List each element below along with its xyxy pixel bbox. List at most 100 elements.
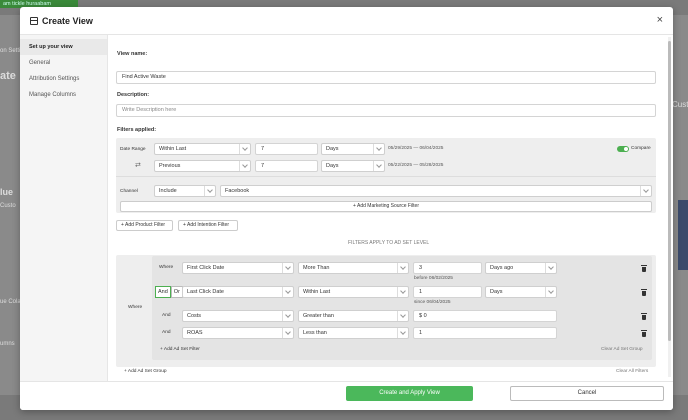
divider [116, 176, 656, 177]
chevron-down-icon [282, 328, 293, 338]
add-ad-set-group-button[interactable]: + Add Ad Set Group [124, 369, 167, 374]
chevron-down-icon [545, 263, 556, 273]
chevron-down-icon [282, 263, 293, 273]
chevron-down-icon [239, 144, 250, 154]
date-range-value-input[interactable]: 7 [255, 143, 318, 155]
date-range-text: 05/29/2025 — 06/04/2025 [388, 146, 444, 151]
trash-icon[interactable] [641, 330, 647, 337]
filter-field-select[interactable]: Last Click Date [182, 286, 294, 298]
date-range-mode-select[interactable]: Within Last [154, 143, 251, 155]
chevron-down-icon [373, 144, 384, 154]
row-prefix: And [162, 330, 171, 335]
filter-hint: before 06/02/2025 [414, 276, 453, 281]
filters-panel: Date Range Within Last 7 Days 05/29/2025… [116, 138, 656, 213]
sidebar-item-manage-columns[interactable]: Manage Columns [20, 87, 107, 103]
chevron-down-icon [204, 186, 215, 196]
create-and-apply-button[interactable]: Create and Apply View [346, 386, 473, 401]
background-text: ue Cola [0, 299, 21, 305]
select-value: Previous [159, 163, 181, 169]
modal-sidebar: Set up your view General Attribution Set… [20, 35, 108, 381]
view-name-input[interactable]: Find Active Waste [116, 71, 656, 84]
clear-all-filters-button[interactable]: Clear All Filters [616, 369, 648, 374]
filter-value-input[interactable]: $ 0 [413, 310, 557, 322]
background-card [678, 200, 688, 270]
chevron-down-icon [373, 161, 384, 171]
compare-unit-select[interactable]: Days [321, 160, 385, 172]
sidebar-item-attribution-settings[interactable]: Attribution Settings [20, 71, 107, 87]
modal-title: Create View [42, 15, 93, 26]
select-value: First Click Date [187, 265, 225, 271]
scrollbar-thumb[interactable] [668, 41, 671, 341]
select-value: Last Click Date [187, 289, 224, 295]
add-product-filter-button[interactable]: + Add Product Filter [116, 220, 173, 231]
chevron-down-icon [397, 263, 408, 273]
chevron-down-icon [282, 311, 293, 321]
filter-hint: since 06/04/2025 [414, 300, 451, 305]
and-option[interactable]: And [155, 286, 171, 298]
swap-arrows-icon: ⇄ [135, 162, 141, 169]
filter-field-select[interactable]: First Click Date [182, 262, 294, 274]
filter-value-input[interactable]: 3 [413, 262, 482, 274]
description-input[interactable]: Write Description here [116, 104, 656, 117]
compare-mode-select[interactable]: Previous [154, 160, 251, 172]
chevron-down-icon [397, 328, 408, 338]
row-prefix: And [162, 313, 171, 318]
channel-value-select[interactable]: Facebook [220, 185, 652, 197]
background-text: Custo [0, 203, 16, 209]
select-value: Greater than [303, 313, 334, 319]
compare-toggle[interactable] [617, 146, 629, 152]
background-text: umns [0, 341, 15, 347]
select-value: Days [326, 146, 339, 152]
background-text: Custo [672, 100, 688, 109]
filter-field-select[interactable]: ROAS [182, 327, 294, 339]
trash-icon[interactable] [641, 289, 647, 296]
filter-field-select[interactable]: Costs [182, 310, 294, 322]
and-or-toggle[interactable]: And Or [155, 286, 183, 298]
clear-ad-set-group-button[interactable]: Clear Ad Set Group [601, 347, 643, 352]
date-range-unit-select[interactable]: Days [321, 143, 385, 155]
add-marketing-source-button[interactable]: + Add Marketing Source Filter [120, 201, 652, 212]
select-value: Within Last [159, 146, 187, 152]
background-text: ate [0, 70, 16, 82]
filter-operator-select[interactable]: More Than [298, 262, 409, 274]
table-icon [30, 16, 38, 25]
modal-footer: Create and Apply View Cancel [20, 381, 673, 410]
add-ad-set-filter-button[interactable]: + Add Ad Set Filter [160, 347, 200, 352]
add-intention-filter-button[interactable]: + Add Intention Filter [178, 220, 238, 231]
chevron-down-icon [545, 287, 556, 297]
filter-unit-select[interactable]: Days [485, 286, 557, 298]
sidebar-item-setup[interactable]: Set up your view [20, 39, 107, 55]
trash-icon[interactable] [641, 313, 647, 320]
filter-operator-select[interactable]: Greater than [298, 310, 409, 322]
channel-mode-select[interactable]: Include [154, 185, 216, 197]
view-name-label: View name: [117, 51, 148, 57]
background-text: lue [0, 187, 14, 197]
compare-value-input[interactable]: 7 [255, 160, 318, 172]
filter-value-input[interactable]: 1 [413, 286, 482, 298]
chevron-down-icon [239, 161, 250, 171]
cancel-button[interactable]: Cancel [510, 386, 664, 401]
chevron-down-icon [640, 186, 651, 196]
channel-label: Channel [120, 189, 138, 194]
modal-content: View name: Find Active Waste Description… [116, 35, 662, 381]
filter-value-input[interactable]: 1 [413, 327, 557, 339]
filter-operator-select[interactable]: Within Last [298, 286, 409, 298]
filter-operator-select[interactable]: Less than [298, 327, 409, 339]
trash-icon[interactable] [641, 265, 647, 272]
date-range-label: Date Range [120, 147, 146, 152]
sidebar-item-general[interactable]: General [20, 55, 107, 71]
select-value: ROAS [187, 330, 203, 336]
ad-set-group-panel: Where Where First Click Date More Than 3… [116, 255, 656, 367]
background-text: on Setti [0, 48, 21, 54]
compare-label: Compare [631, 146, 651, 151]
filter-unit-select[interactable]: Days ago [485, 262, 557, 274]
select-value: More Than [303, 265, 330, 271]
scrollbar[interactable] [668, 37, 671, 377]
select-value: Days [326, 163, 339, 169]
select-value: Days [490, 289, 503, 295]
chevron-down-icon [397, 311, 408, 321]
select-value: Costs [187, 313, 202, 319]
group-where-label: Where [128, 305, 143, 310]
select-value: Facebook [225, 188, 250, 194]
close-button[interactable]: × [657, 15, 663, 26]
